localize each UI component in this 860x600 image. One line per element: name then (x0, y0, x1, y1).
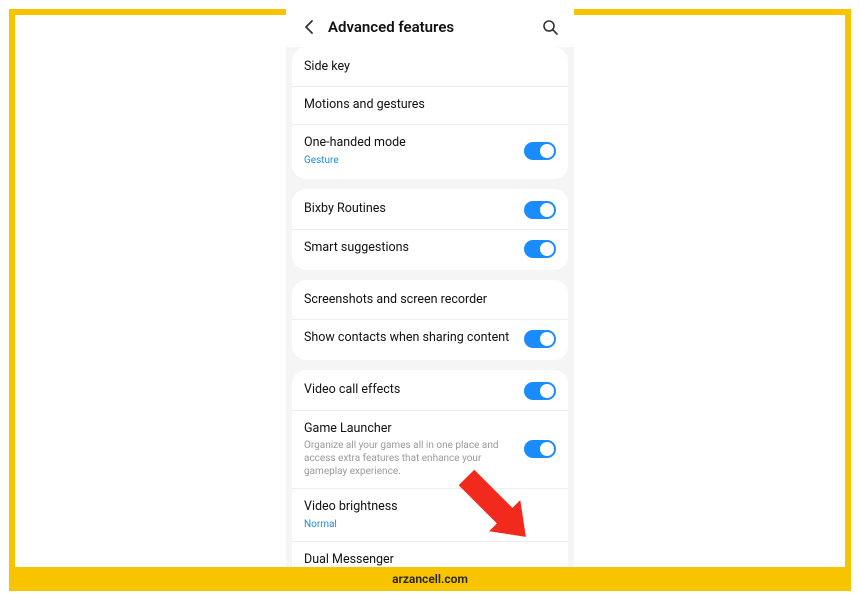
row-motions-gestures[interactable]: Motions and gestures (292, 86, 568, 124)
row-game-launcher[interactable]: Game Launcher Organize all your games al… (292, 410, 568, 489)
row-label: Smart suggestions (304, 240, 516, 257)
row-screenshots-recorder[interactable]: Screenshots and screen recorder (292, 282, 568, 319)
row-label: Video call effects (304, 382, 516, 399)
row-label: Game Launcher (304, 421, 516, 438)
row-label: One-handed mode (304, 135, 516, 152)
toggle-video-call-effects[interactable] (524, 382, 556, 400)
row-label: Show contacts when sharing content (304, 330, 516, 347)
row-side-key[interactable]: Side key (292, 49, 568, 86)
row-label: Screenshots and screen recorder (304, 292, 556, 309)
search-icon[interactable] (540, 17, 560, 37)
row-one-handed-mode[interactable]: One-handed mode Gesture (292, 124, 568, 177)
row-label: Video brightness (304, 499, 556, 516)
row-label: Bixby Routines (304, 201, 516, 218)
row-bixby-routines[interactable]: Bixby Routines (292, 191, 568, 229)
row-label: Side key (304, 59, 556, 76)
row-subtext: Organize all your games all in one place… (304, 439, 516, 478)
header-bar: Advanced features (286, 9, 574, 47)
footer-watermark: arzancell.com (9, 567, 851, 591)
toggle-game-launcher[interactable] (524, 440, 556, 458)
toggle-one-handed-mode[interactable] (524, 142, 556, 160)
toggle-bixby-routines[interactable] (524, 201, 556, 219)
row-show-contacts-sharing[interactable]: Show contacts when sharing content (292, 319, 568, 358)
row-video-brightness[interactable]: Video brightness Normal (292, 488, 568, 541)
settings-group: Video call effects Game Launcher Organiz… (292, 370, 568, 586)
toggle-show-contacts-sharing[interactable] (524, 330, 556, 348)
settings-list: Side key Motions and gestures One-handed… (286, 47, 574, 585)
settings-group: Screenshots and screen recorder Show con… (292, 280, 568, 360)
settings-group: Bixby Routines Smart suggestions (292, 189, 568, 270)
row-label: Motions and gestures (304, 97, 556, 114)
phone-screen: Advanced features Side key Motions and g… (286, 9, 574, 585)
row-video-call-effects[interactable]: Video call effects (292, 372, 568, 410)
settings-group: Side key Motions and gestures One-handed… (292, 47, 568, 179)
row-subtext: Normal (304, 518, 556, 531)
toggle-smart-suggestions[interactable] (524, 240, 556, 258)
page-title: Advanced features (328, 18, 540, 36)
back-icon[interactable] (300, 18, 318, 36)
footer-text: arzancell.com (392, 572, 468, 586)
row-subtext: Gesture (304, 154, 516, 167)
row-smart-suggestions[interactable]: Smart suggestions (292, 229, 568, 268)
